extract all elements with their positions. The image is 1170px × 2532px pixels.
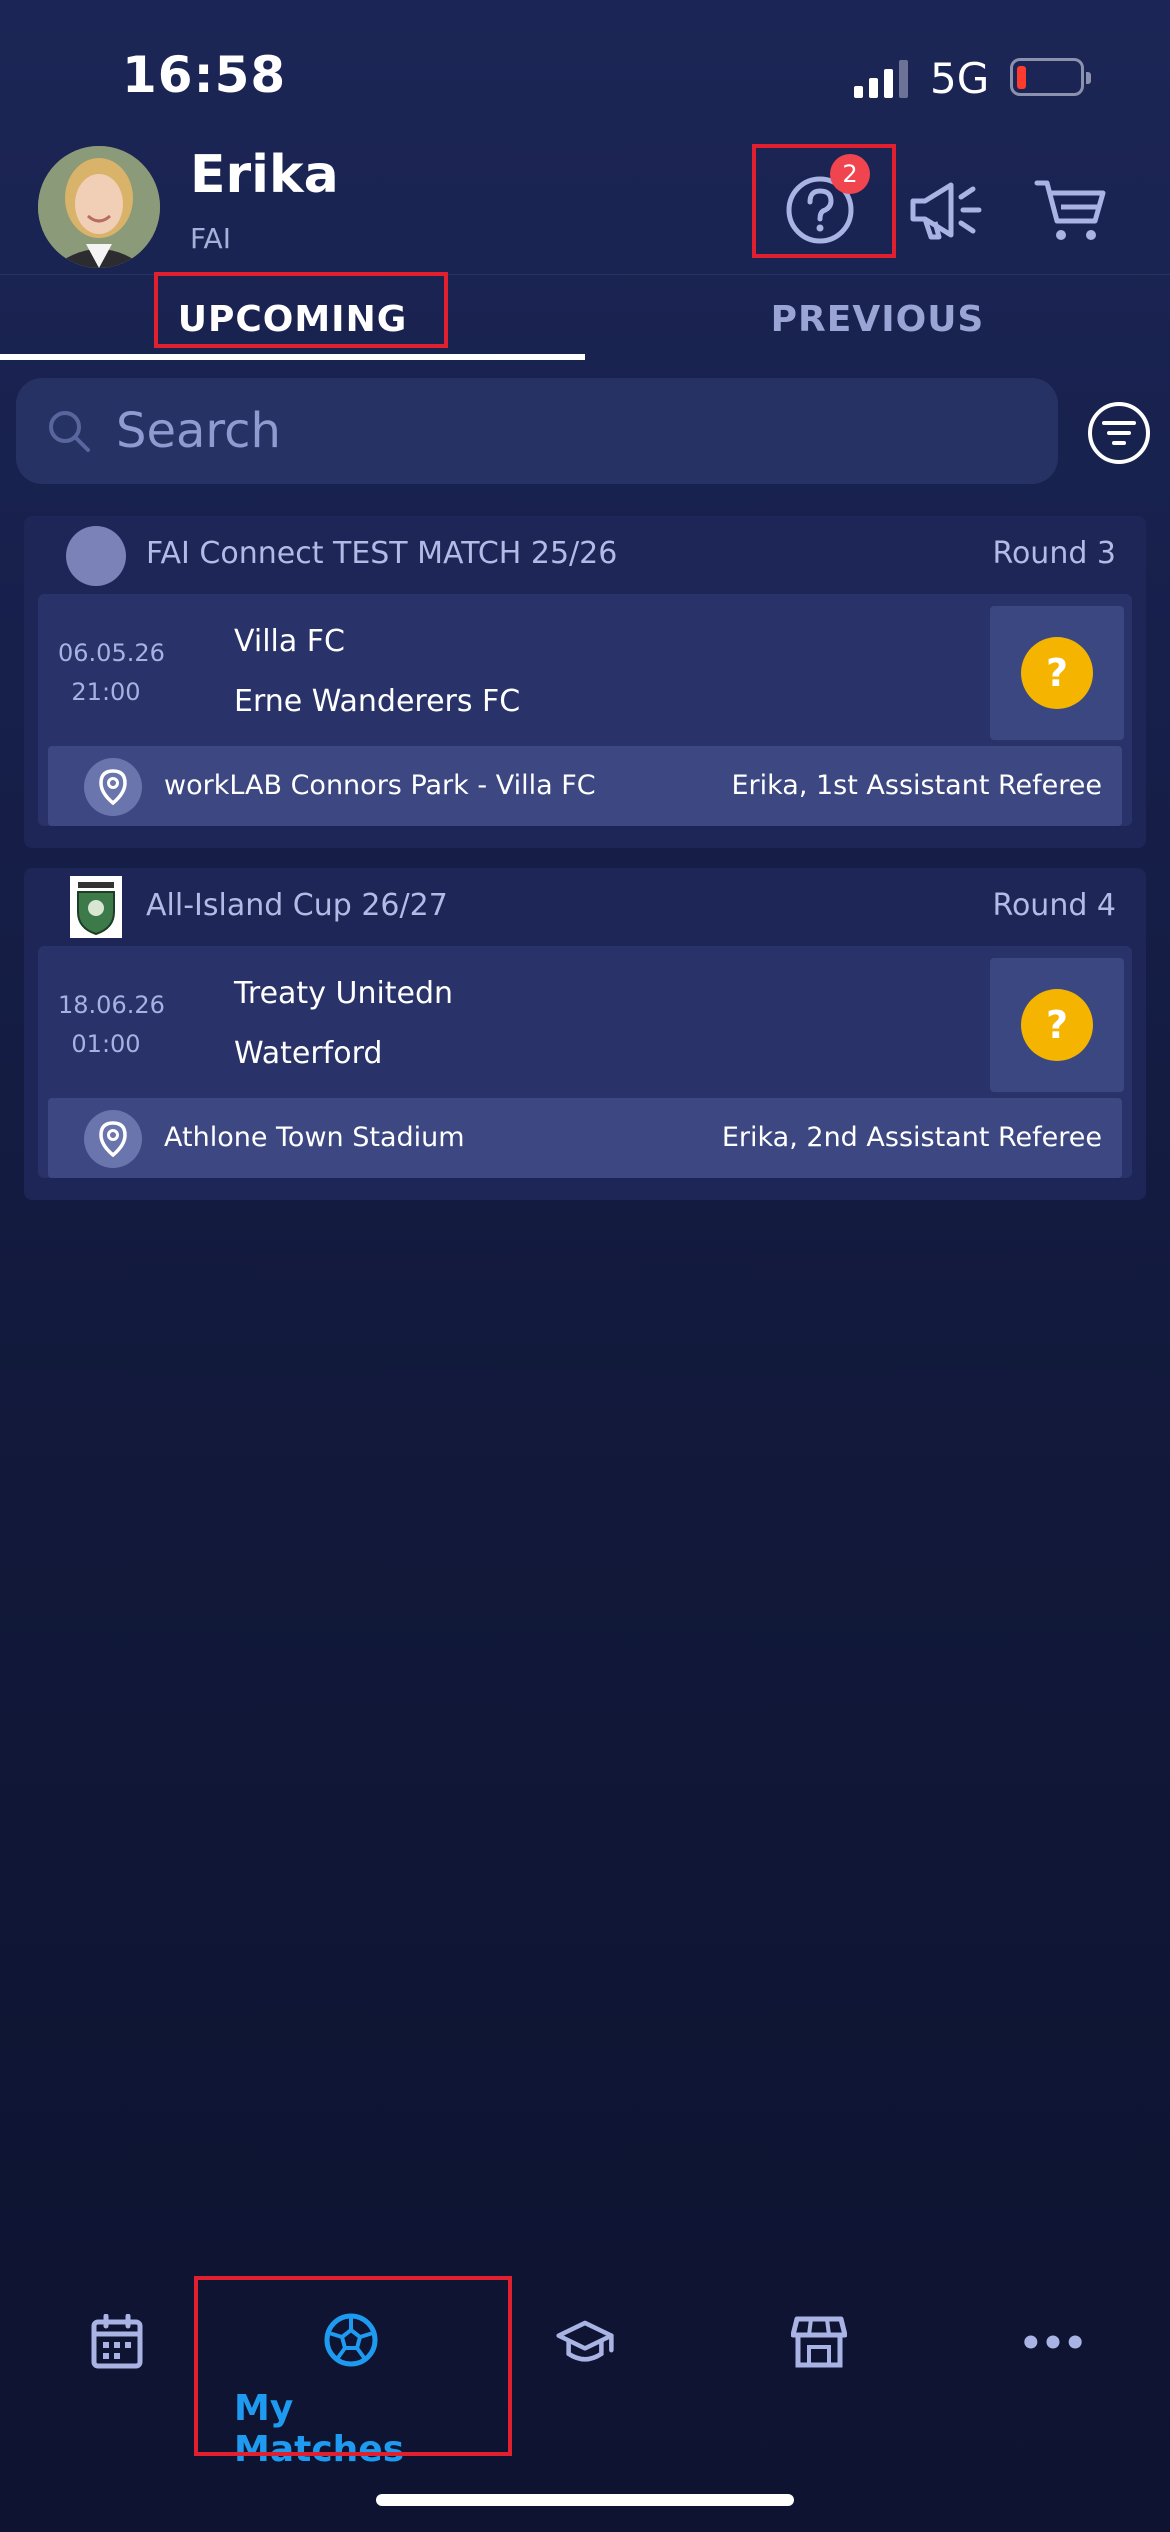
assignment-status-button[interactable]: ? xyxy=(990,958,1124,1092)
referee-role: Erika, 2nd Assistant Referee xyxy=(721,1122,1102,1153)
store-icon xyxy=(791,2316,847,2368)
match-time: 01:00 xyxy=(71,1030,141,1058)
search-icon xyxy=(49,411,90,452)
status-bar: 16:58 5G xyxy=(0,0,1170,140)
status-time: 16:58 xyxy=(122,46,287,104)
competition-logo xyxy=(66,526,126,586)
announcements-button[interactable] xyxy=(895,160,995,260)
round-label: Round 3 xyxy=(992,536,1116,571)
match-datetime: 18.06.26 01:00 xyxy=(58,986,165,1064)
location-pin-icon xyxy=(84,1110,142,1168)
venue-name: Athlone Town Stadium xyxy=(164,1122,465,1153)
calendar-icon xyxy=(91,2314,143,2369)
match-details[interactable]: 06.05.26 21:00 Villa FC Erne Wanderers F… xyxy=(38,594,1132,826)
home-team: Treaty Unitedn xyxy=(234,976,454,1011)
competition-name: FAI Connect TEST MATCH 25/26 xyxy=(146,536,618,571)
match-time: 21:00 xyxy=(71,678,141,706)
search-bar xyxy=(16,378,1058,484)
match-datetime: 06.05.26 21:00 xyxy=(58,634,165,712)
match-details[interactable]: 18.06.26 01:00 Treaty Unitedn Waterford … xyxy=(38,946,1132,1178)
referee-role: Erika, 1st Assistant Referee xyxy=(731,770,1102,801)
competition-header: All-Island Cup 26/27 Round 4 xyxy=(24,868,1146,946)
match-card[interactable]: All-Island Cup 26/27 Round 4 18.06.26 01… xyxy=(24,868,1146,1200)
competition-crest-logo xyxy=(70,876,122,938)
match-card[interactable]: FAI Connect TEST MATCH 25/26 Round 3 06.… xyxy=(24,516,1146,848)
search-input[interactable] xyxy=(116,398,1016,464)
upcoming-highlight-box xyxy=(154,272,448,348)
away-team: Waterford xyxy=(234,1036,383,1071)
competition-name: All-Island Cup 26/27 xyxy=(146,888,448,923)
location-pin-icon xyxy=(84,758,142,816)
filter-icon xyxy=(1102,421,1136,445)
signal-icon xyxy=(854,60,908,98)
home-indicator xyxy=(376,2494,794,2506)
battery-icon xyxy=(1010,58,1091,96)
away-team: Erne Wanderers FC xyxy=(234,684,521,719)
venue-row[interactable]: workLAB Connors Park - Villa FC Erika, 1… xyxy=(48,746,1122,826)
bottom-nav: My Matches xyxy=(0,2276,1170,2470)
nav-more[interactable] xyxy=(936,2276,1170,2456)
megaphone-icon xyxy=(910,182,982,240)
tab-previous[interactable]: PREVIOUS xyxy=(585,275,1170,363)
match-date: 06.05.26 xyxy=(58,639,165,667)
more-icon xyxy=(1024,2335,1082,2349)
venue-name: workLAB Connors Park - Villa FC xyxy=(164,770,596,801)
profile-name: Erika xyxy=(190,145,339,205)
my-matches-highlight-box xyxy=(194,2276,512,2456)
filter-button[interactable] xyxy=(1088,402,1150,464)
network-type: 5G xyxy=(930,54,990,103)
graduation-cap-icon xyxy=(556,2320,614,2362)
match-date: 18.06.26 xyxy=(58,991,165,1019)
nav-store[interactable] xyxy=(702,2276,936,2456)
question-status-icon: ? xyxy=(1021,989,1093,1061)
profile-org: FAI xyxy=(190,222,231,255)
active-tab-indicator xyxy=(0,354,585,360)
help-highlight-box xyxy=(752,144,896,258)
round-label: Round 4 xyxy=(992,888,1116,923)
home-team: Villa FC xyxy=(234,624,345,659)
avatar[interactable] xyxy=(38,146,160,268)
cart-button[interactable] xyxy=(1020,160,1120,260)
competition-header: FAI Connect TEST MATCH 25/26 Round 3 xyxy=(24,516,1146,594)
question-status-icon: ? xyxy=(1021,637,1093,709)
assignment-status-button[interactable]: ? xyxy=(990,606,1124,740)
cart-icon xyxy=(1034,180,1106,240)
venue-row[interactable]: Athlone Town Stadium Erika, 2nd Assistan… xyxy=(48,1098,1122,1178)
